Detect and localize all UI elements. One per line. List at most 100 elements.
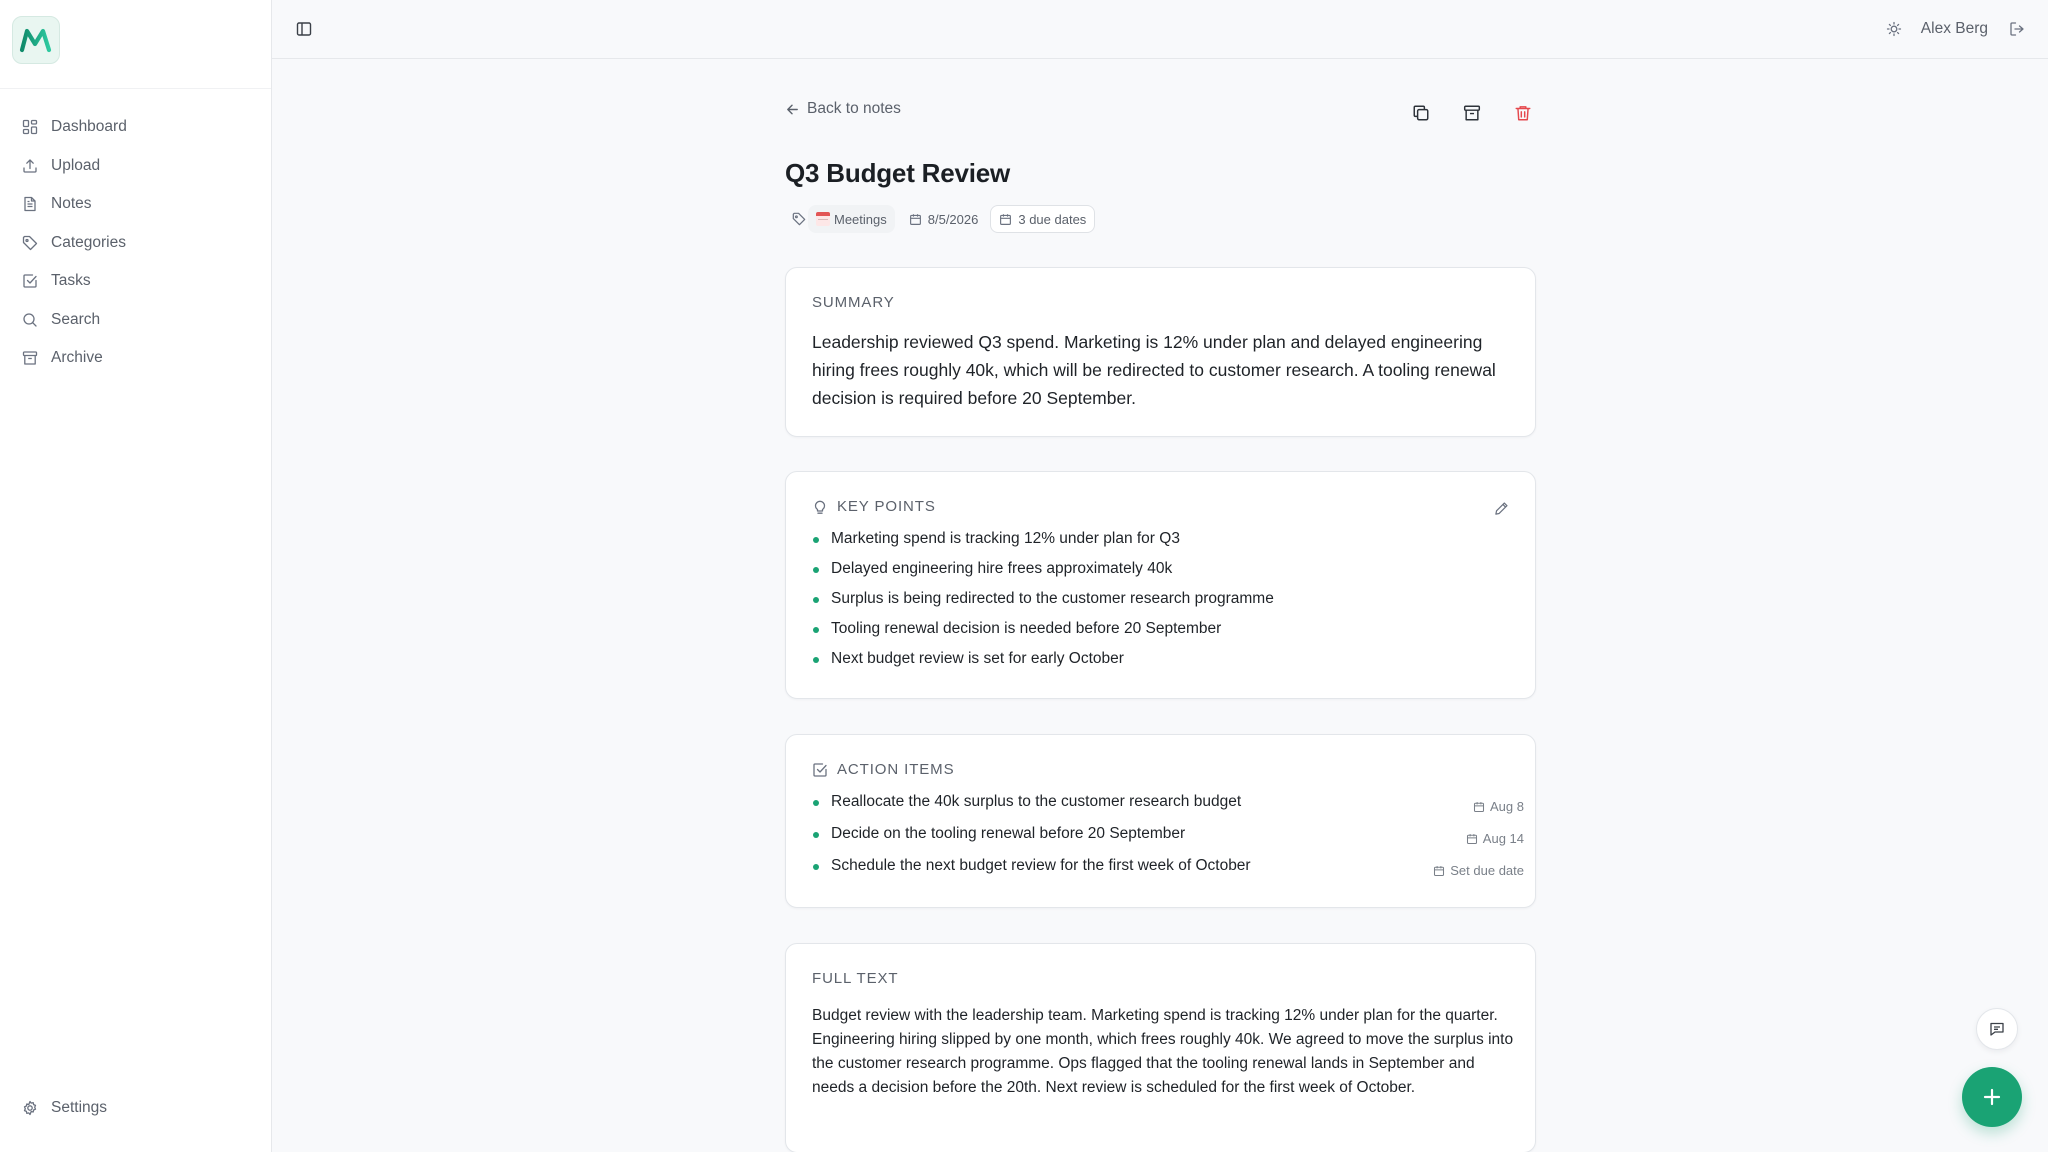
notes-icon (21, 195, 39, 213)
note-date: 8/5/2026 (927, 211, 979, 227)
calendar-icon (1473, 801, 1485, 813)
panel-left-icon (296, 22, 312, 36)
due-dates-label: 3 due dates (1018, 211, 1087, 227)
note-title: Q3 Budget Review (785, 158, 1011, 188)
calendar-icon (999, 213, 1012, 226)
key-points-heading: KEY POINTS (812, 498, 936, 515)
message-icon (1990, 1022, 2004, 1036)
checkbox-icon (812, 762, 828, 778)
category-chip[interactable]: Meetings (808, 205, 895, 233)
sidebar: Dashboard Upload Notes Categories Tasks (0, 0, 272, 1152)
sidebar-item-label: Tasks (51, 272, 91, 290)
user-name: Alex Berg (1920, 20, 1988, 37)
list-item: Marketing spend is tracking 12% under pl… (812, 528, 1512, 558)
summary-heading-label: SUMMARY (812, 294, 895, 311)
sidebar-item-upload[interactable]: Upload (12, 147, 260, 186)
sidebar-item-label: Notes (51, 195, 92, 213)
sidebar-divider (0, 88, 271, 89)
sidebar-item-search[interactable]: Search (12, 301, 260, 340)
dashboard-icon (21, 118, 39, 136)
tag-icon (21, 234, 39, 252)
sidebar-item-dashboard[interactable]: Dashboard (12, 108, 260, 147)
sidebar-item-label: Settings (51, 1099, 108, 1117)
sidebar-item-settings[interactable]: Settings (12, 1089, 260, 1128)
sidebar-item-label: Dashboard (51, 118, 127, 136)
sidebar-item-tasks[interactable]: Tasks (12, 262, 260, 301)
action-item-text: Reallocate the 40k surplus to the custom… (831, 793, 1242, 810)
sidebar-item-label: Archive (51, 349, 103, 367)
action-item[interactable]: Decide on the tooling renewal before 20 … (812, 823, 1524, 855)
sidebar-item-notes[interactable]: Notes (12, 185, 260, 224)
logout-icon (2010, 22, 2024, 36)
arrow-left-icon (785, 102, 800, 117)
action-item-text: Decide on the tooling renewal before 20 … (831, 825, 1186, 842)
trash-icon (1515, 106, 1531, 121)
logo-mark-icon (19, 28, 52, 53)
calendar-icon (1433, 865, 1445, 877)
app-logo[interactable] (12, 16, 60, 64)
key-points-card: KEY POINTS Marketing spend is tracking 1… (785, 471, 1536, 699)
list-item: Tooling renewal decision is needed befor… (812, 618, 1512, 648)
action-items-list: Reallocate the 40k surplus to the custom… (812, 791, 1524, 887)
set-due-date-button[interactable]: Set due date (1433, 855, 1524, 887)
sidebar-item-label: Search (51, 310, 101, 328)
category-label: Meetings (834, 211, 887, 227)
full-text-heading-label: FULL TEXT (812, 970, 899, 987)
archive-button[interactable] (1459, 100, 1485, 126)
sidebar-nav: Dashboard Upload Notes Categories Tasks (12, 108, 260, 378)
due-date-label: Set due date (1450, 863, 1524, 878)
gear-icon (21, 1099, 39, 1117)
key-points-heading-label: KEY POINTS (837, 498, 936, 515)
sun-icon (1886, 21, 1901, 37)
top-bar: Alex Berg (272, 0, 2048, 59)
archive-icon (1463, 105, 1481, 121)
archive-icon (21, 349, 39, 367)
calendar-icon (1466, 833, 1478, 845)
action-item[interactable]: Schedule the next budget review for the … (812, 855, 1524, 887)
due-date-label: Aug 14 (1482, 831, 1524, 846)
sidebar-toggle-button[interactable] (293, 18, 315, 40)
key-points-list: Marketing spend is tracking 12% under pl… (812, 528, 1512, 678)
full-text-body: Budget review with the leadership team. … (812, 1007, 1514, 1096)
note-toolbar: Back to notes (785, 90, 1536, 134)
duplicate-button[interactable] (1408, 100, 1434, 126)
new-note-button[interactable] (1962, 1067, 2022, 1127)
due-date-button[interactable]: Aug 14 (1466, 823, 1524, 855)
theme-toggle-button[interactable] (1883, 18, 1905, 40)
summary-text: Leadership reviewed Q3 spend. Marketing … (812, 332, 1496, 408)
due-date-label: Aug 8 (1490, 799, 1524, 814)
action-item-text: Schedule the next budget review for the … (831, 857, 1251, 874)
list-item: Next budget review is set for early Octo… (812, 648, 1512, 678)
action-items-heading: ACTION ITEMS (812, 761, 954, 778)
copy-icon (1413, 105, 1429, 121)
pencil-icon (1494, 501, 1508, 515)
plus-icon (1983, 1088, 2001, 1106)
back-to-notes-link[interactable]: Back to notes (785, 100, 901, 118)
delete-button[interactable] (1510, 100, 1536, 126)
action-items-card: ACTION ITEMS Reallocate the 40k surplus … (785, 734, 1536, 908)
edit-key-points-button[interactable] (1491, 498, 1511, 518)
category-tag-icon-wrap (785, 205, 808, 233)
action-item[interactable]: Reallocate the 40k surplus to the custom… (812, 791, 1524, 823)
search-icon (21, 311, 39, 329)
date-chip: 8/5/2026 (901, 205, 987, 233)
sidebar-item-label: Categories (51, 233, 126, 251)
calendar-icon (909, 213, 922, 226)
sidebar-item-label: Upload (51, 156, 101, 174)
due-date-button[interactable]: Aug 8 (1473, 791, 1524, 823)
logout-button[interactable] (2006, 18, 2028, 40)
tag-icon (792, 212, 806, 226)
due-dates-chip[interactable]: 3 due dates (990, 205, 1096, 233)
back-to-notes-label: Back to notes (807, 100, 901, 117)
list-item: Surplus is being redirected to the custo… (812, 588, 1512, 618)
action-items-heading-label: ACTION ITEMS (837, 761, 955, 778)
summary-card: SUMMARY Leadership reviewed Q3 spend. Ma… (785, 267, 1536, 437)
summary-heading: SUMMARY (812, 294, 895, 311)
calendar-emoji-icon (816, 212, 830, 226)
feedback-button[interactable] (1976, 1008, 2018, 1050)
full-text-card: FULL TEXT Budget review with the leaders… (785, 943, 1536, 1152)
lightbulb-icon (812, 499, 828, 515)
list-item: Delayed engineering hire frees approxima… (812, 558, 1512, 588)
sidebar-item-archive[interactable]: Archive (12, 339, 260, 378)
sidebar-item-categories[interactable]: Categories (12, 224, 260, 263)
